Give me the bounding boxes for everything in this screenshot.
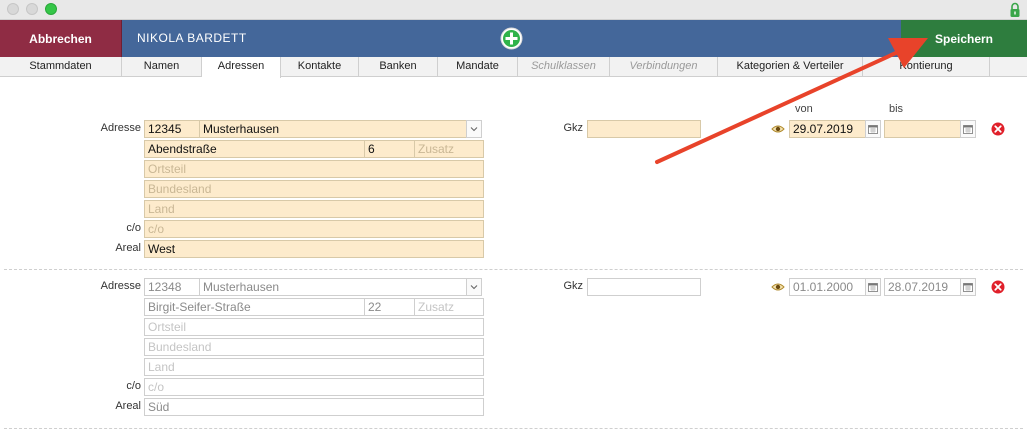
hausnummer-field[interactable]: 22 [364, 298, 415, 316]
ort-dropdown-button[interactable] [466, 278, 482, 296]
tab-kontierung[interactable]: Kontierung [863, 57, 990, 77]
plz-field[interactable]: 12348 [144, 278, 200, 296]
areal-field[interactable]: Süd [144, 398, 484, 416]
calendar-icon [868, 283, 878, 292]
title-bar [0, 0, 1027, 20]
areal-field[interactable]: West [144, 240, 484, 258]
window-minimize-button[interactable] [26, 3, 38, 15]
label-gkz: Gkz [563, 122, 583, 134]
gkz-field[interactable] [587, 120, 701, 138]
co-field[interactable]: c/o [144, 378, 484, 396]
ortsteil-field[interactable]: Ortsteil [144, 160, 484, 178]
eye-icon[interactable] [771, 282, 785, 292]
calendar-icon [963, 283, 973, 292]
label-gkz: Gkz [563, 280, 583, 292]
delete-icon[interactable] [991, 280, 1005, 294]
zusatz-field[interactable]: Zusatz [414, 140, 484, 158]
strasse-field[interactable]: Birgit-Seifer-Straße [144, 298, 365, 316]
von-date-field[interactable]: 01.01.2000 [789, 278, 866, 296]
bis-calendar-button[interactable] [960, 120, 976, 138]
eye-icon[interactable] [771, 124, 785, 134]
co-field[interactable]: c/o [144, 220, 484, 238]
bis-date-field[interactable]: 28.07.2019 [884, 278, 961, 296]
tab-kategorien-verteiler[interactable]: Kategorien & Verteiler [718, 57, 863, 77]
chevron-down-icon [470, 285, 478, 290]
ort-select[interactable]: Musterhausen [199, 120, 467, 138]
label-co: c/o [126, 222, 141, 234]
zusatz-field[interactable]: Zusatz [414, 298, 484, 316]
von-calendar-button[interactable] [865, 278, 881, 296]
gkz-field[interactable] [587, 278, 701, 296]
delete-icon[interactable] [991, 122, 1005, 136]
calendar-icon [963, 125, 973, 134]
lock-icon[interactable] [1009, 2, 1021, 18]
calendar-icon [868, 125, 878, 134]
column-von: von [795, 103, 813, 115]
chevron-down-icon [470, 127, 478, 132]
label-areal: Areal [115, 242, 141, 254]
person-name: NIKOLA BARDETT [137, 31, 247, 45]
window-close-button[interactable] [7, 3, 19, 15]
ortsteil-field[interactable]: Ortsteil [144, 318, 484, 336]
label-adresse: Adresse [100, 280, 141, 292]
tab-schulklassen[interactable]: Schulklassen [518, 57, 610, 77]
label-adresse: Adresse [100, 122, 141, 134]
ort-select[interactable]: Musterhausen [199, 278, 467, 296]
von-calendar-button[interactable] [865, 120, 881, 138]
plus-circle-icon[interactable] [500, 27, 523, 50]
tab-verbindungen[interactable]: Verbindungen [610, 57, 718, 77]
window-maximize-button[interactable] [45, 3, 57, 15]
label-co: c/o [126, 380, 141, 392]
address-divider [4, 428, 1023, 429]
strasse-field[interactable]: Abendstraße [144, 140, 365, 158]
cancel-button[interactable]: Abbrechen [0, 20, 122, 57]
tab-adressen[interactable]: Adressen [202, 57, 281, 78]
bundesland-field[interactable]: Bundesland [144, 338, 484, 356]
von-date-field[interactable]: 29.07.2019 [789, 120, 866, 138]
bis-calendar-button[interactable] [960, 278, 976, 296]
address-divider [4, 269, 1023, 270]
save-button[interactable]: Speichern [901, 20, 1027, 57]
tab-banken[interactable]: Banken [359, 57, 438, 77]
land-field[interactable]: Land [144, 200, 484, 218]
tab-stammdaten[interactable]: Stammdaten [0, 57, 122, 77]
bundesland-field[interactable]: Bundesland [144, 180, 484, 198]
action-bar: Abbrechen NIKOLA BARDETT Speichern [0, 20, 1027, 57]
hausnummer-field[interactable]: 6 [364, 140, 415, 158]
bis-date-field[interactable] [884, 120, 961, 138]
land-field[interactable]: Land [144, 358, 484, 376]
tab-kontakte[interactable]: Kontakte [281, 57, 359, 77]
tab-mandate[interactable]: Mandate [438, 57, 518, 77]
plz-field[interactable]: 12345 [144, 120, 200, 138]
column-bis: bis [889, 103, 904, 115]
label-areal: Areal [115, 400, 141, 412]
app-window: Abbrechen NIKOLA BARDETT Speichern Stamm… [0, 0, 1027, 442]
ort-dropdown-button[interactable] [466, 120, 482, 138]
tab-bar: Stammdaten Namen Adressen Kontakte Banke… [0, 57, 1027, 78]
tab-namen[interactable]: Namen [122, 57, 202, 77]
